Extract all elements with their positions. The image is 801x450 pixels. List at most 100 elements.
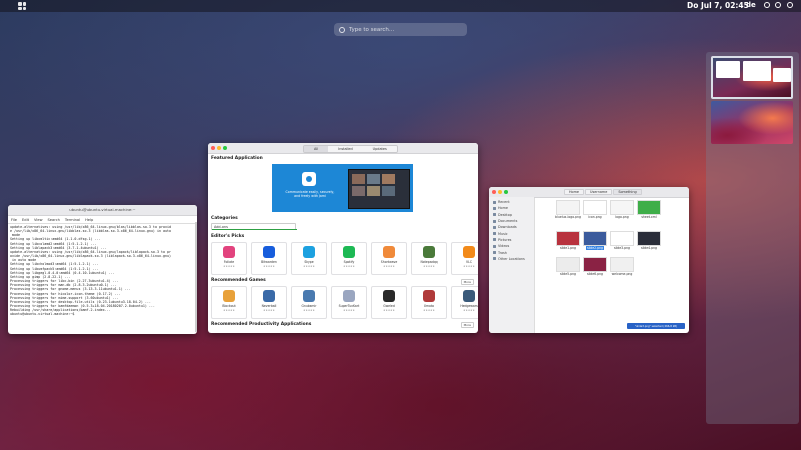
files-close-button[interactable] xyxy=(492,190,496,194)
clock[interactable]: Do Jul 7, 02:45 xyxy=(687,1,749,10)
file-item[interactable]: slide3.png xyxy=(609,231,635,251)
terminal-output[interactable]: update-alternatives: using /usr/lib/x86_… xyxy=(8,224,197,317)
game-card[interactable]: Gnubsmir ★★★★★ xyxy=(291,286,327,319)
folder-icon xyxy=(493,213,496,217)
banner-screenshot xyxy=(348,169,410,209)
rating-stars: ★★★★★ xyxy=(343,309,355,312)
sidebar-item-other-locations[interactable]: Other Locations xyxy=(489,256,534,262)
file-item[interactable]: icon.png xyxy=(582,200,608,220)
terminal-menu-file[interactable]: File xyxy=(11,218,17,222)
game-card[interactable]: Hedgewars ★★★★★ xyxy=(451,286,478,319)
file-item[interactable]: slide1.png xyxy=(555,231,581,251)
volume-icon[interactable] xyxy=(775,2,781,8)
sidebar-item-label: Recent xyxy=(498,200,510,205)
terminal-menu-search[interactable]: Search xyxy=(48,218,60,222)
minimize-button[interactable] xyxy=(217,146,221,150)
editors-pick-card[interactable]: Skype ★★★★★ xyxy=(291,242,327,275)
file-item[interactable]: logo.png xyxy=(609,200,635,220)
software-window[interactable]: All Installed Updates Featured Application… xyxy=(208,143,478,333)
file-thumbnail xyxy=(637,231,661,246)
editors-pick-card[interactable]: Bitwarden ★★★★★ xyxy=(251,242,287,275)
terminal-scrollbar[interactable] xyxy=(195,222,197,332)
game-card[interactable]: Gweled ★★★★★ xyxy=(371,286,407,319)
game-card[interactable]: Neverball ★★★★★ xyxy=(251,286,287,319)
files-maximize-button[interactable] xyxy=(504,190,508,194)
file-thumbnail xyxy=(610,257,634,272)
app-name: Neverball xyxy=(261,304,277,308)
terminal-window[interactable]: ubuntu@ubuntu-virtual-machine:~ File Edit… xyxy=(8,205,197,334)
app-name: VLC xyxy=(465,260,472,264)
file-name: sheet.xml xyxy=(641,215,657,219)
rating-stars: ★★★★★ xyxy=(223,265,235,268)
app-grid-icon[interactable] xyxy=(18,2,26,10)
path-segment[interactable]: Username xyxy=(585,189,613,195)
file-item[interactable]: slide2.png xyxy=(582,231,608,251)
editors-pick-card[interactable]: VLC ★★★★★ xyxy=(451,242,478,275)
file-thumbnail xyxy=(583,257,607,272)
files-minimize-button[interactable] xyxy=(498,190,502,194)
file-item[interactable]: slide5.png xyxy=(555,257,581,277)
app-name: Blockout xyxy=(222,304,236,308)
editors-pick-card[interactable]: Foliate ★★★★★ xyxy=(211,242,247,275)
workspace-1[interactable] xyxy=(711,56,793,99)
editors-pick-card[interactable]: Spotify ★★★★★ xyxy=(331,242,367,275)
file-item[interactable]: slide4.png xyxy=(636,231,662,251)
app-icon xyxy=(423,290,435,302)
file-item[interactable]: bluelux-logo.png xyxy=(555,200,581,220)
file-thumbnail xyxy=(583,200,607,215)
app-icon xyxy=(383,246,395,258)
game-card[interactable]: Blockout ★★★★★ xyxy=(211,286,247,319)
games-more-button[interactable]: More xyxy=(460,279,474,285)
files-window[interactable]: Recent Home Desktop Documents Downloads Music… xyxy=(489,187,689,333)
app-icon xyxy=(383,290,395,302)
app-icon xyxy=(303,290,315,302)
featured-banner[interactable]: Communicate easily, securely, and freely… xyxy=(272,164,413,212)
category-dropdown[interactable]: Add-ons xyxy=(211,223,297,230)
app-icon xyxy=(423,246,435,258)
file-thumbnail xyxy=(583,231,607,246)
keyboard-language[interactable]: de xyxy=(746,1,756,9)
folder-icon xyxy=(493,257,496,261)
app-name: Skype xyxy=(304,260,314,264)
file-thumbnail xyxy=(610,200,634,215)
editors-pick-card[interactable]: Notepadqq ★★★★★ xyxy=(411,242,447,275)
file-item[interactable]: sheet.xml xyxy=(636,200,662,220)
file-item[interactable]: welcome.png xyxy=(609,257,635,277)
terminal-titlebar[interactable]: ubuntu@ubuntu-virtual-machine:~ xyxy=(8,205,197,216)
file-item[interactable]: slide6.png xyxy=(582,257,608,277)
app-name: Foliate xyxy=(223,260,235,264)
maximize-button[interactable] xyxy=(223,146,227,150)
game-card[interactable]: SuperTuxKart ★★★★★ xyxy=(331,286,367,319)
app-icon xyxy=(223,246,235,258)
productivity-more-button[interactable]: More xyxy=(460,322,474,328)
terminal-menu-help[interactable]: Help xyxy=(85,218,93,222)
editors-pick-card[interactable]: Shortwave ★★★★★ xyxy=(371,242,407,275)
tab-installed[interactable]: Installed xyxy=(328,146,363,152)
file-name: slide2.png xyxy=(585,246,605,250)
close-button[interactable] xyxy=(211,146,215,150)
sidebar-item-label: Desktop xyxy=(498,212,512,217)
software-tabs: All Installed Updates xyxy=(303,145,398,153)
search-input[interactable]: Type to search… xyxy=(334,23,467,36)
file-thumbnail xyxy=(556,200,580,215)
power-icon[interactable] xyxy=(787,2,793,8)
category-value: Add-ons xyxy=(214,224,228,229)
network-icon[interactable] xyxy=(764,2,770,8)
rating-stars: ★★★★★ xyxy=(463,309,475,312)
file-thumbnail xyxy=(556,231,580,246)
software-titlebar[interactable]: All Installed Updates xyxy=(208,143,478,154)
terminal-menu-edit[interactable]: Edit xyxy=(22,218,29,222)
tab-all[interactable]: All xyxy=(304,146,329,152)
folder-icon xyxy=(493,238,496,242)
path-segment[interactable]: Something xyxy=(613,189,642,195)
tab-updates[interactable]: Updates xyxy=(362,146,397,152)
path-segment[interactable]: Home xyxy=(564,189,585,195)
file-thumbnail xyxy=(556,257,580,272)
file-name: slide5.png xyxy=(559,272,577,276)
workspace-2[interactable] xyxy=(711,101,793,144)
rating-stars: ★★★★★ xyxy=(223,309,235,312)
terminal-menu-view[interactable]: View xyxy=(34,218,43,222)
game-card[interactable]: Xmoto ★★★★★ xyxy=(411,286,447,319)
terminal-menu-terminal[interactable]: Terminal xyxy=(65,218,80,222)
app-name: SuperTuxKart xyxy=(338,304,360,308)
